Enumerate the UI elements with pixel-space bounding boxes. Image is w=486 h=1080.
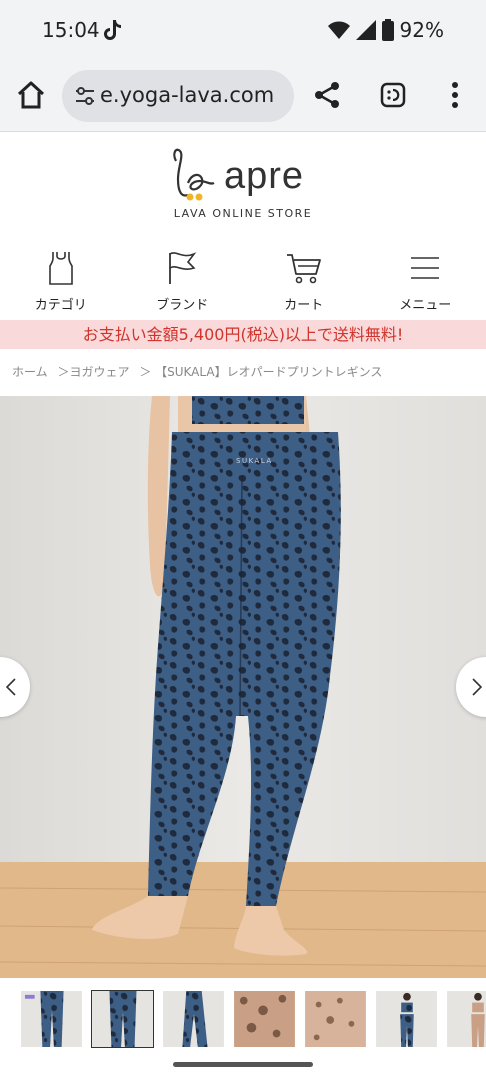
wifi-icon xyxy=(327,21,350,39)
signal-icon xyxy=(355,20,376,40)
more-vert-icon[interactable] xyxy=(444,80,466,110)
thumbnail-image xyxy=(447,991,486,1047)
thumbnail[interactable] xyxy=(20,990,83,1048)
extension-icon[interactable] xyxy=(380,82,406,108)
thumbnail[interactable] xyxy=(375,990,438,1048)
url-text: e.yoga-lava.com xyxy=(100,83,275,107)
thumbnail-image xyxy=(92,991,153,1047)
tiktok-icon xyxy=(104,20,121,40)
logo-mark xyxy=(173,148,215,201)
nav-menu-label: メニュー xyxy=(399,298,452,313)
thumbnail-image xyxy=(376,991,437,1047)
nav-category-label: カテゴリ xyxy=(34,298,87,313)
status-bar: 15:04 92% xyxy=(0,0,486,60)
logo-word: apre xyxy=(224,155,305,197)
thumbnail[interactable] xyxy=(304,990,367,1048)
thumbnail-strip xyxy=(20,990,486,1050)
chevron-right-icon xyxy=(472,678,483,696)
thumbnail-image xyxy=(21,991,82,1047)
thumbnail-active[interactable] xyxy=(91,990,154,1048)
tune-icon[interactable] xyxy=(74,85,96,107)
gesture-nav-bar[interactable] xyxy=(173,1062,313,1067)
nav-category[interactable]: カテゴリ xyxy=(0,236,122,320)
breadcrumb: ホーム ＞ヨガウェア ＞ 【SUKALA】レオパードプリントレギンス xyxy=(0,349,486,395)
nav-cart-label: カート xyxy=(284,298,324,313)
free-shipping-banner[interactable]: お支払い金額5,400円(税込)以上で送料無料! xyxy=(0,320,486,349)
cart-icon xyxy=(286,254,321,284)
logo-subtitle: LAVA ONLINE STORE xyxy=(173,207,313,220)
address-bar[interactable]: e.yoga-lava.com xyxy=(62,70,294,122)
product-main-image[interactable]: SUKALA xyxy=(0,396,486,978)
battery-percent: 92% xyxy=(399,18,444,42)
nav-menu[interactable]: メニュー xyxy=(365,236,486,320)
thumbnail[interactable] xyxy=(162,990,225,1048)
breadcrumb-current: ＞ 【SUKALA】レオパードプリントレギンス xyxy=(139,365,383,379)
nav-brand[interactable]: ブランド xyxy=(122,236,244,320)
thumbnail[interactable] xyxy=(446,990,486,1048)
waistband-text: SUKALA xyxy=(236,457,273,465)
share-icon[interactable] xyxy=(312,80,342,110)
thumbnail-image xyxy=(163,991,224,1047)
site-logo[interactable]: apre LAVA ONLINE STORE xyxy=(0,133,486,235)
leggings-photo: SUKALA xyxy=(0,396,486,978)
home-icon[interactable] xyxy=(14,78,48,112)
browser-toolbar: e.yoga-lava.com xyxy=(0,60,486,132)
battery-icon xyxy=(381,19,394,41)
menu-icon xyxy=(411,257,440,279)
thumbnail-image xyxy=(234,991,295,1047)
nav-brand-label: ブランド xyxy=(156,298,209,313)
status-icons: 92% xyxy=(327,18,444,42)
nav-cart[interactable]: カート xyxy=(243,236,365,320)
thumbnail-image xyxy=(305,991,366,1047)
tank-top-icon xyxy=(48,252,73,285)
chevron-left-icon xyxy=(5,678,16,696)
status-time: 15:04 xyxy=(42,18,100,42)
page: 15:04 92% e.yoga-lava.com apre LAVA ONLI… xyxy=(0,0,486,1080)
thumbnail[interactable] xyxy=(233,990,296,1048)
flag-icon xyxy=(169,252,197,284)
breadcrumb-yogawear[interactable]: ＞ヨガウェア xyxy=(57,365,129,379)
main-nav: カテゴリ ブランド カート メニュー xyxy=(0,236,486,320)
breadcrumb-home[interactable]: ホーム xyxy=(12,365,48,379)
